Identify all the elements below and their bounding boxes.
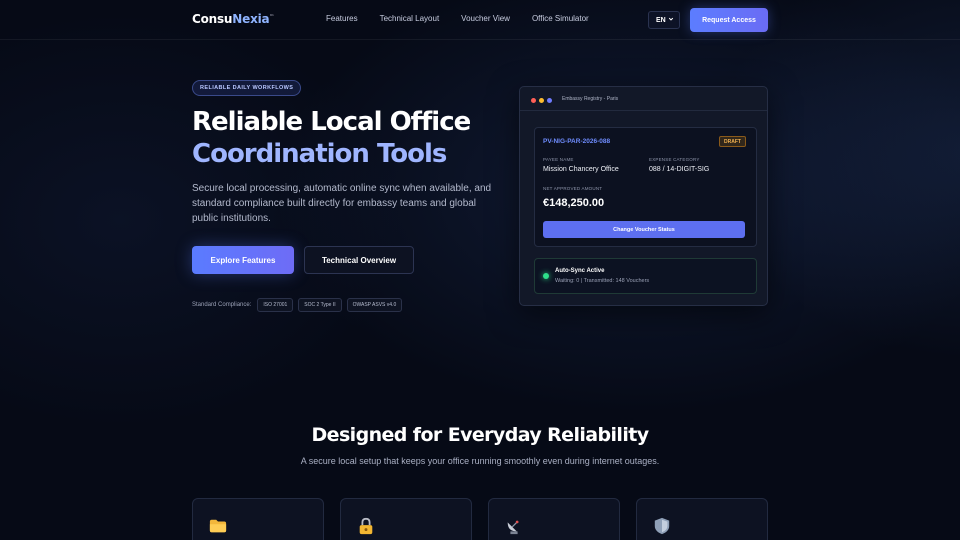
feature-card-sync[interactable] [488, 498, 620, 540]
voucher-panel: PV-NIG-PAR-2026-088 DRAFT PAYEE NAME Mis… [534, 127, 757, 247]
window-titlebar: Embassy Registry - Paris [520, 87, 767, 111]
trademark-mark: ™ [269, 14, 275, 20]
voucher-preview-window: Embassy Registry - Paris PV-NIG-PAR-2026… [519, 86, 768, 306]
maximize-dot-icon [547, 98, 552, 103]
logo-text-consu: Consu [192, 12, 233, 26]
feature-card-local-files[interactable] [192, 498, 324, 540]
compliance-tag-iso: ISO 27001 [257, 298, 294, 312]
hero-title: Reliable Local Office Coordination Tools [192, 106, 512, 170]
amount-value: €148,250.00 [543, 197, 605, 209]
feature-card-security[interactable] [340, 498, 472, 540]
sync-title: Auto-Sync Active [555, 268, 605, 274]
brand-logo[interactable]: ConsuNexia™ [192, 12, 274, 26]
nav-links: Features Technical Layout Voucher View O… [326, 14, 611, 23]
hero-title-line1: Reliable Local Office [192, 107, 471, 137]
explore-features-button[interactable]: Explore Features [192, 246, 294, 274]
expense-category-label: EXPENSE CATEGORY [649, 157, 700, 162]
payee-value: Mission Chancery Office [543, 166, 619, 173]
auto-sync-panel: Auto-Sync Active Waiting: 0 | Transmitte… [534, 258, 757, 294]
sync-status-text: Waiting: 0 | Transmitted: 148 Vouchers [555, 278, 650, 284]
voucher-id: PV-NIG-PAR-2026-088 [543, 138, 611, 145]
sync-status-indicator-icon [543, 273, 549, 279]
nav-link-voucher-view[interactable]: Voucher View [461, 14, 510, 23]
payee-label: PAYEE NAME [543, 157, 574, 162]
hero-title-line2: Coordination Tools [192, 139, 447, 169]
compliance-label: Standard Compliance: [192, 302, 252, 308]
amount-label: NET APPROVED AMOUNT [543, 186, 603, 191]
folder-icon [209, 519, 227, 533]
compliance-row: Standard Compliance: ISO 27001 SOC 2 Typ… [192, 298, 407, 312]
change-voucher-status-button[interactable]: Change Voucher Status [543, 221, 745, 238]
section-title: Designed for Everyday Reliability [311, 424, 649, 446]
chevron-down-icon [668, 17, 674, 21]
shield-icon [654, 517, 670, 535]
request-access-button[interactable]: Request Access [690, 8, 768, 32]
minimize-dot-icon [539, 98, 544, 103]
feature-card-compliance[interactable] [636, 498, 768, 540]
language-select[interactable]: EN [648, 11, 680, 29]
nav-link-office-simulator[interactable]: Office Simulator [532, 14, 589, 23]
compliance-tag-owasp: OWASP ASVS v4.0 [346, 298, 403, 312]
compliance-tag-soc2: SOC 2 Type II [298, 298, 342, 312]
expense-category-value: 088 / 14-DIGIT-SIG [649, 166, 710, 173]
close-dot-icon [531, 98, 536, 103]
logo-text-nexia: Nexia [232, 12, 270, 26]
satellite-dish-icon [507, 520, 519, 535]
nav-link-features[interactable]: Features [326, 14, 358, 23]
status-badge: DRAFT [719, 136, 746, 147]
technical-overview-button[interactable]: Technical Overview [304, 246, 414, 274]
nav-link-technical-layout[interactable]: Technical Layout [380, 14, 440, 23]
lock-icon [359, 517, 373, 535]
hero-badge: RELIABLE DAILY WORKFLOWS [192, 80, 302, 96]
top-navigation: ConsuNexia™ Features Technical Layout Vo… [0, 0, 960, 40]
language-value: EN [656, 16, 666, 24]
section-subtitle: A secure local setup that keeps your off… [300, 456, 660, 466]
hero-description: Secure local processing, automatic onlin… [192, 183, 492, 224]
window-title: Embassy Registry - Paris [562, 96, 619, 102]
